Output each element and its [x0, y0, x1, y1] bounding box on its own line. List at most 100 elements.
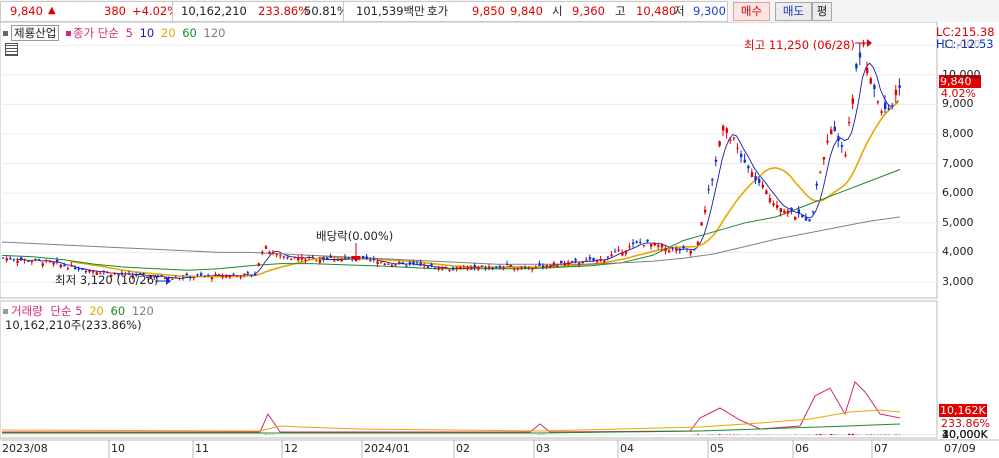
candle [603, 260, 606, 262]
candle [502, 267, 505, 270]
high-note: 최고 11,250 (06/28) [744, 38, 855, 52]
candle [567, 262, 570, 265]
low-price: 9,300 [693, 4, 726, 18]
sell-button[interactable]: 매도 [775, 2, 812, 21]
candle [794, 216, 797, 220]
price-tick-label: 11,000 [942, 38, 981, 52]
candle [862, 43, 865, 45]
vma5-label: 5 [75, 304, 83, 318]
low-label: 저 [674, 4, 685, 18]
price-tick-label: 9,000 [942, 97, 974, 111]
candle [545, 265, 548, 267]
candle [639, 241, 642, 243]
candle [221, 276, 224, 278]
collapse-icon[interactable] [3, 31, 8, 36]
x-axis-label: 07/09 [944, 442, 976, 455]
candle [390, 264, 394, 267]
turnover-pct: 50.81% [304, 4, 348, 18]
candle [682, 246, 685, 249]
candle [236, 275, 239, 277]
candle [729, 139, 732, 141]
candle [693, 249, 696, 251]
candle [581, 261, 584, 264]
candle [63, 265, 66, 267]
candle [740, 153, 743, 158]
x-axis-label: 10 [111, 442, 125, 455]
candle [416, 263, 419, 265]
candle [790, 207, 793, 212]
candle [542, 265, 545, 268]
candle [380, 262, 383, 264]
ma5-label: 5 [125, 26, 133, 40]
candle [437, 266, 440, 270]
candle [473, 265, 476, 268]
candle [570, 261, 574, 263]
candle [34, 259, 37, 261]
candle [495, 266, 498, 268]
buy-button[interactable]: 매수 [733, 2, 770, 21]
x-axis-label: 2023/08 [2, 442, 48, 455]
candle [41, 263, 44, 266]
candle [484, 267, 487, 269]
candle [822, 157, 826, 160]
stock-name-box[interactable]: 제룡산업 [11, 25, 60, 41]
candle [714, 159, 718, 162]
candle [747, 165, 750, 169]
candle [207, 275, 210, 277]
candle [624, 250, 628, 254]
candle [880, 111, 883, 113]
candle [383, 263, 386, 265]
candle [614, 251, 617, 253]
candle [819, 172, 822, 174]
candle [556, 265, 559, 267]
price-tick-label: 5,000 [942, 215, 974, 229]
candle [635, 241, 638, 243]
candle [866, 67, 869, 74]
candle [261, 251, 264, 254]
vma120-label: 120 [131, 304, 154, 318]
candle [401, 262, 404, 264]
candle [192, 277, 196, 279]
candle [174, 277, 178, 279]
candle [491, 267, 494, 269]
candle [178, 277, 181, 279]
stock-chart[interactable] [0, 22, 999, 458]
candle [833, 126, 836, 132]
candle [340, 259, 343, 262]
volume-legend-type: 단순 [50, 304, 72, 318]
candle [225, 275, 228, 278]
price-tick-label: 6,000 [942, 186, 974, 200]
candle [660, 244, 664, 248]
candle [290, 259, 293, 261]
candle [621, 252, 624, 256]
volume-tick-label: 10,000K [942, 427, 988, 441]
candle [16, 260, 19, 264]
candle [704, 209, 707, 213]
candle [653, 243, 656, 246]
candle [286, 256, 289, 259]
eval-button[interactable]: 평 [812, 2, 832, 21]
candle [318, 259, 322, 263]
candle [837, 136, 840, 141]
candle [808, 219, 811, 222]
candle [228, 276, 232, 278]
ma120-label: 120 [203, 26, 226, 40]
candle [74, 267, 77, 270]
up-arrow-icon: ▲ [48, 5, 56, 16]
candle [160, 274, 163, 276]
candle [786, 210, 790, 214]
candle [765, 190, 768, 195]
candle [891, 104, 894, 106]
candle [689, 250, 692, 254]
candle [452, 267, 455, 270]
candle [898, 85, 901, 88]
grid-toggle-icon[interactable] [5, 43, 18, 56]
candle [218, 274, 221, 276]
ma10-label: 10 [139, 26, 155, 40]
candle [243, 273, 246, 276]
candle [776, 205, 779, 208]
price-legend: 제룡산업 종가 단순 5 10 20 60 120 [3, 25, 225, 41]
candle [81, 268, 84, 270]
candle [426, 266, 430, 268]
candle [552, 262, 556, 266]
